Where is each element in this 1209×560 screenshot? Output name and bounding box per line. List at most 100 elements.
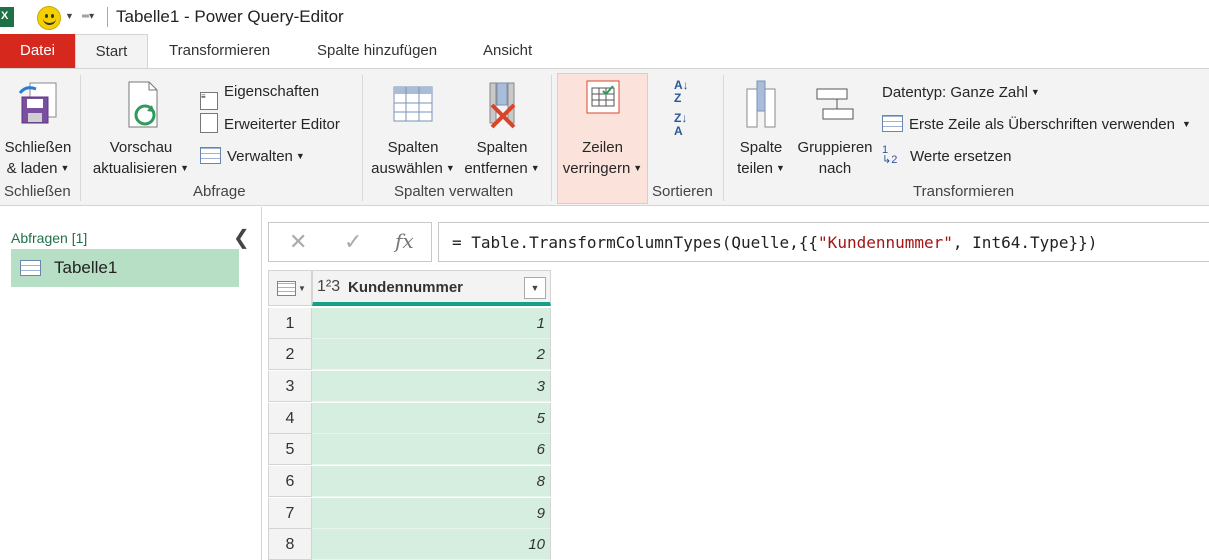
table-headers-icon — [882, 115, 903, 132]
chevron-down-icon: ▼ — [298, 284, 306, 293]
cell-value[interactable]: 2 — [312, 339, 551, 370]
chevron-down-icon: ▼ — [295, 151, 305, 161]
feedback-smiley-icon[interactable] — [37, 6, 61, 30]
group-label-schliessen: Schließen — [4, 183, 71, 200]
window-title: Tabelle1 - Power Query-Editor — [116, 7, 344, 26]
reduce-rows-button[interactable]: Zeilen verringern ▼ — [557, 79, 648, 179]
chevron-down-icon: ▼ — [60, 163, 70, 173]
chevron-down-icon: ▼ — [633, 163, 643, 173]
properties-label: Eigenschaften — [224, 83, 320, 100]
row-number[interactable]: 2 — [268, 339, 312, 370]
close-and-load-label-2: & laden — [6, 160, 58, 177]
cell-value[interactable]: 1 — [312, 308, 551, 339]
table-icon — [200, 147, 221, 164]
tab-spalte-hinzufuegen[interactable]: Spalte hinzufügen — [317, 34, 437, 68]
chevron-down-icon: ▼ — [1030, 87, 1040, 97]
manage-label: Verwalten — [227, 148, 293, 165]
group-separator — [80, 75, 81, 201]
sort-ascending-button[interactable]: A↓ Z — [674, 79, 689, 107]
chevron-down-icon: ▼ — [530, 163, 540, 173]
title-bar: X ▼ ═▾ Tabelle1 - Power Query-Editor — [0, 0, 1209, 34]
cancel-formula-icon[interactable]: ✕ — [289, 229, 307, 255]
group-by-label-1: Gruppieren — [797, 139, 873, 156]
row-number[interactable]: 5 — [268, 434, 312, 465]
feedback-dropdown-icon[interactable]: ▼ — [65, 11, 74, 21]
formula-suffix: , Int64.Type}}) — [952, 233, 1098, 252]
properties-button[interactable]: ≡ Eigenschaften — [200, 81, 320, 110]
split-column-icon — [746, 80, 776, 128]
table-icon — [20, 260, 41, 276]
cell-value[interactable]: 8 — [312, 466, 551, 497]
split-column-button[interactable]: Spalte teilen ▼ — [732, 79, 790, 179]
remove-columns-icon — [489, 82, 516, 129]
split-column-label-1: Spalte — [739, 139, 783, 156]
group-separator — [362, 75, 363, 201]
replace-values-label: Werte ersetzen — [910, 148, 1012, 165]
row-number[interactable]: 1 — [268, 308, 312, 339]
refresh-preview-label-2: aktualisieren — [92, 160, 178, 177]
use-first-row-headers-button[interactable]: Erste Zeile als Überschriften verwenden ▼ — [882, 113, 1191, 135]
tab-datei[interactable]: Datei — [0, 34, 75, 68]
data-type-label: Datentyp: Ganze Zahl — [882, 84, 1028, 101]
query-item-tabelle1[interactable]: Tabelle1 — [11, 249, 239, 287]
column-name: Kundennummer — [348, 279, 464, 296]
confirm-formula-icon[interactable]: ✓ — [344, 229, 362, 255]
tab-ansicht[interactable]: Ansicht — [483, 34, 532, 68]
group-separator — [723, 75, 724, 201]
collapse-chevron-left-icon[interactable]: ❮ — [233, 225, 250, 250]
quick-access-customize-icon[interactable]: ═▾ — [82, 11, 94, 22]
reduce-rows-label-1: Zeilen — [582, 139, 623, 156]
group-label-abfrage: Abfrage — [193, 183, 246, 200]
cell-value[interactable]: 5 — [312, 403, 551, 434]
group-label-sortieren: Sortieren — [652, 183, 713, 200]
row-number[interactable]: 7 — [268, 498, 312, 529]
choose-columns-button[interactable]: Spalten auswählen ▼ — [370, 79, 456, 179]
properties-icon: ≡ — [200, 92, 218, 110]
tab-transformieren[interactable]: Transformieren — [169, 34, 270, 68]
cell-value[interactable]: 6 — [312, 434, 551, 465]
remove-columns-label-2: entfernen — [464, 160, 528, 177]
fx-icon[interactable]: fx — [395, 229, 414, 253]
reduce-rows-label-2: verringern — [562, 160, 631, 177]
remove-columns-label-1: Spalten — [476, 139, 528, 156]
group-separator — [551, 75, 552, 201]
column-filter-dropdown-icon[interactable]: ▼ — [524, 277, 546, 299]
row-number[interactable]: 4 — [268, 403, 312, 434]
column-header-kundennummer[interactable]: 1²3 Kundennummer ▼ — [312, 270, 551, 306]
whole-number-type-icon[interactable]: 1²3 — [317, 278, 340, 296]
cell-value[interactable]: 3 — [312, 371, 551, 402]
data-type-dropdown[interactable]: Datentyp: Ganze Zahl ▼ — [882, 81, 1040, 103]
reduce-rows-icon — [586, 80, 619, 114]
formula-string: "Kundennummer" — [818, 233, 953, 252]
ribbon: Schließen & laden ▼ Schließen Vorschau ak… — [0, 68, 1209, 206]
choose-columns-icon — [393, 86, 433, 122]
row-number[interactable]: 6 — [268, 466, 312, 497]
sort-descending-button[interactable]: Z↓ A — [674, 112, 687, 140]
queries-pane: Abfragen [1] ❮ Tabelle1 — [0, 207, 262, 560]
advanced-editor-button[interactable]: Erweiterter Editor — [200, 113, 340, 135]
formula-buttons: ✕ ✓ fx — [268, 222, 432, 262]
advanced-editor-icon — [200, 113, 218, 133]
tab-start[interactable]: Start — [75, 34, 148, 69]
close-and-load-label-1: Schließen — [4, 139, 72, 156]
refresh-preview-icon — [128, 81, 158, 128]
row-number[interactable]: 3 — [268, 371, 312, 402]
split-column-label-2: teilen — [737, 160, 773, 177]
remove-columns-button[interactable]: Spalten entfernen ▼ — [461, 79, 543, 179]
sort-descending-icon: Z↓ A — [674, 111, 688, 138]
replace-values-button[interactable]: 1 ↳2 Werte ersetzen — [882, 145, 1011, 167]
close-and-load-button[interactable]: Schließen & laden ▼ — [2, 79, 74, 179]
manage-button[interactable]: Verwalten ▼ — [200, 145, 305, 167]
ribbon-tabs: Datei Start Transformieren Spalte hinzuf… — [0, 34, 1209, 69]
group-by-icon — [816, 88, 854, 120]
row-number[interactable]: 8 — [268, 529, 312, 560]
refresh-preview-button[interactable]: Vorschau aktualisieren ▼ — [90, 79, 192, 179]
cell-value[interactable]: 10 — [312, 529, 551, 560]
group-label-transformieren: Transformieren — [913, 183, 1015, 200]
group-by-button[interactable]: Gruppieren nach — [793, 79, 877, 179]
formula-input[interactable]: = Table.TransformColumnTypes(Quelle,{{"K… — [438, 222, 1209, 262]
cell-value[interactable]: 9 — [312, 498, 551, 529]
choose-columns-label-1: Spalten — [387, 139, 439, 156]
replace-values-icon: 1 ↳2 — [882, 144, 898, 166]
table-menu-button[interactable]: ▼ — [268, 270, 312, 306]
